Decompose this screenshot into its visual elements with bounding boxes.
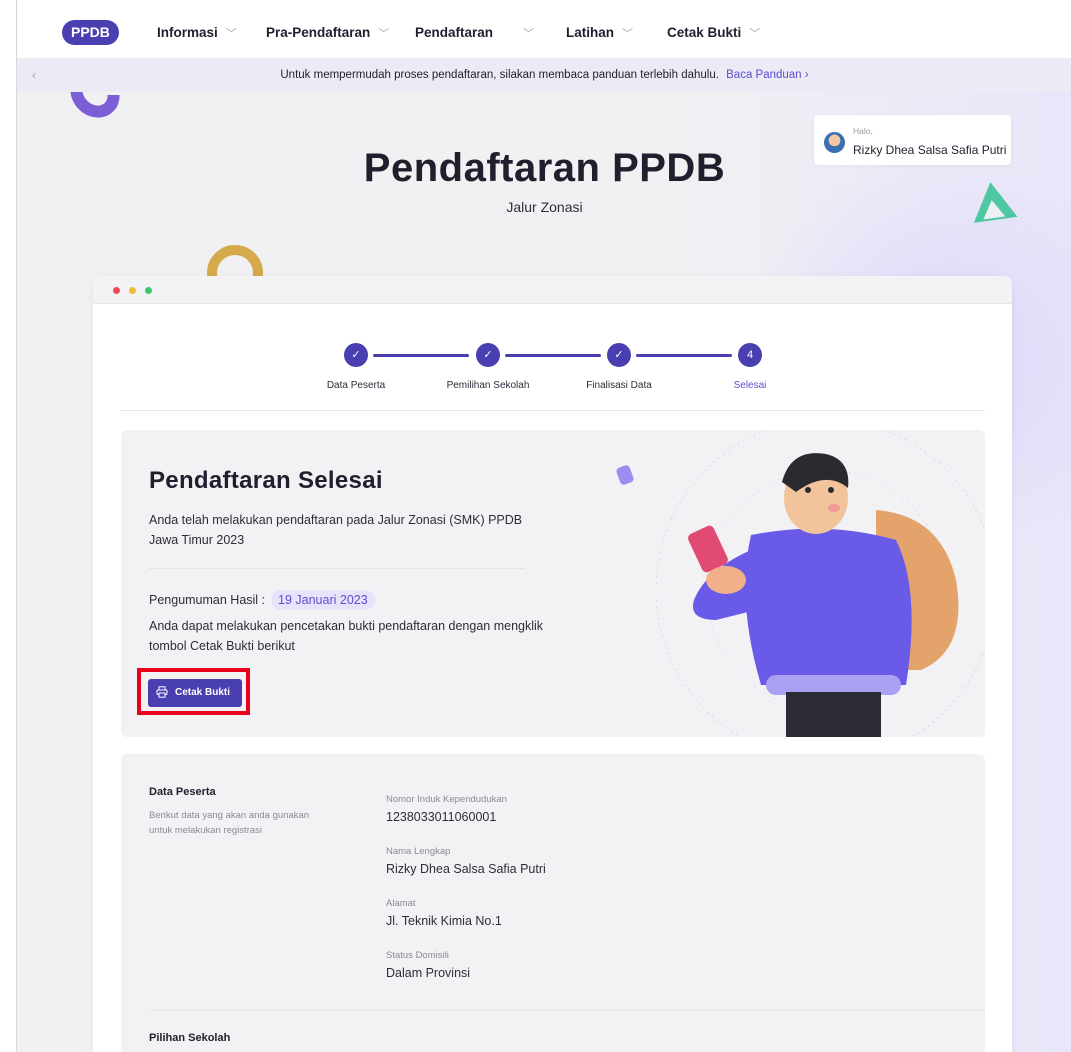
banner-text: Untuk mempermudah proses pendaftaran, si… bbox=[280, 69, 719, 81]
user-greeting-card[interactable]: Halo, Rizky Dhea Salsa Safia Putri bbox=[814, 115, 1011, 165]
page-subtitle: Jalur Zonasi bbox=[506, 199, 583, 215]
nav-item-label: Cetak Bukti bbox=[667, 25, 742, 40]
chevron-left-icon[interactable]: ‹ bbox=[32, 58, 36, 92]
minimize-dot-icon bbox=[129, 287, 136, 294]
field-value: Jl. Teknik Kimia No.1 bbox=[386, 914, 502, 928]
field-value: 1238033011060001 bbox=[386, 810, 497, 824]
info-banner: ‹ Untuk mempermudah proses pendaftaran, … bbox=[17, 58, 1071, 92]
field-address: Alamat Jl. Teknik Kimia No.1 bbox=[386, 898, 502, 928]
completion-divider bbox=[149, 568, 525, 569]
nav-item-label: Pra-Pendaftaran bbox=[266, 25, 371, 40]
step-label-pemilihan-sekolah: Pemilihan Sekolah bbox=[446, 380, 530, 391]
print-info-text: Anda dapat melakukan pencetakan bukti pe… bbox=[149, 619, 544, 653]
nav-item-label: Informasi bbox=[157, 25, 218, 40]
step-1-check-icon: ✓ bbox=[344, 343, 368, 367]
printer-icon bbox=[156, 686, 168, 698]
avatar bbox=[824, 132, 845, 153]
announcement-date-badge: 19 Januari 2023 bbox=[271, 590, 375, 610]
student-illustration bbox=[616, 430, 985, 737]
maximize-dot-icon bbox=[145, 287, 152, 294]
step-label-finalisasi-data: Finalisasi Data bbox=[586, 380, 652, 391]
step-3-check-icon: ✓ bbox=[607, 343, 631, 367]
completion-title: Pendaftaran Selesai bbox=[149, 467, 383, 494]
nav-item-latihan[interactable]: Latihan ﹀ bbox=[566, 25, 633, 41]
step-label-data-peserta: Data Peserta bbox=[326, 380, 386, 391]
step-connector bbox=[636, 354, 732, 357]
step-connector bbox=[505, 354, 601, 357]
chevron-down-icon: ﹀ bbox=[749, 28, 761, 40]
field-value: Dalam Provinsi bbox=[386, 966, 471, 980]
field-label: Alamat bbox=[386, 898, 416, 909]
step-4-number: 4 bbox=[738, 343, 762, 367]
chevron-down-icon: ﹀ bbox=[622, 28, 634, 40]
print-button-label: Cetak Bukti bbox=[175, 687, 231, 698]
completion-panel: Pendaftaran Selesai Anda telah melakukan… bbox=[121, 430, 985, 737]
user-name: Rizky Dhea Salsa Safia Putri bbox=[853, 143, 1007, 157]
section-divider bbox=[149, 1010, 985, 1011]
stepper-divider bbox=[121, 410, 985, 411]
nav-item-label: Latihan bbox=[566, 25, 615, 40]
ppdb-logo[interactable]: PPDB bbox=[62, 20, 119, 45]
nav-item-cetak-bukti[interactable]: Cetak Bukti ﹀ bbox=[667, 25, 760, 41]
nav-item-label: Pendaftaran bbox=[415, 25, 494, 40]
nav-item-pendaftaran[interactable]: Pendaftaran ﹀ bbox=[415, 25, 534, 41]
participant-data-panel: Data Peserta Berikut data yang akan anda… bbox=[121, 754, 985, 1052]
print-proof-button[interactable]: Cetak Bukti bbox=[148, 679, 242, 707]
chevron-down-icon: ﹀ bbox=[225, 28, 237, 40]
close-dot-icon bbox=[113, 287, 120, 294]
participant-section-title: Data Peserta bbox=[149, 786, 216, 798]
step-2-check-icon: ✓ bbox=[476, 343, 500, 367]
field-label: Status Domisili bbox=[386, 950, 449, 961]
field-domicile-status: Status Domisili Dalam Provinsi bbox=[386, 950, 470, 980]
participant-section-description: Berikut data yang akan anda gunakan untu… bbox=[149, 810, 310, 836]
field-label: Nama Lengkap bbox=[386, 846, 451, 857]
step-label-selesai: Selesai bbox=[733, 380, 767, 391]
announcement-row: Pengumuman Hasil : 19 Januari 2023 bbox=[149, 590, 375, 610]
completion-description: Anda telah melakukan pendaftaran pada Ja… bbox=[149, 513, 523, 547]
step-connector bbox=[373, 354, 469, 357]
announcement-label: Pengumuman Hasil : bbox=[149, 593, 266, 607]
greeting-label: Halo, bbox=[853, 126, 873, 136]
school-choice-section-title: Pilihan Sekolah bbox=[149, 1032, 231, 1044]
nav-item-informasi[interactable]: Informasi ﹀ bbox=[157, 25, 237, 41]
field-nik: Nomor Induk Kependudukan 123803301106000… bbox=[386, 794, 507, 824]
page: PPDB Informasi ﹀ Pra-Pendaftaran ﹀ Pendaft… bbox=[16, 0, 1071, 1052]
field-label: Nomor Induk Kependudukan bbox=[386, 794, 507, 805]
chevron-down-icon: ﹀ bbox=[378, 28, 390, 40]
nav-item-pra-pendaftaran[interactable]: Pra-Pendaftaran ﹀ bbox=[266, 25, 389, 41]
top-navbar: PPDB Informasi ﹀ Pra-Pendaftaran ﹀ Pendaft… bbox=[17, 0, 1071, 58]
window-titlebar bbox=[93, 276, 1012, 304]
registration-window: ✓ ✓ ✓ 4 Data Peserta Pemilihan Sekolah F… bbox=[93, 276, 1012, 1052]
field-full-name: Nama Lengkap Rizky Dhea Salsa Safia Putr… bbox=[386, 846, 546, 876]
progress-stepper: ✓ ✓ ✓ 4 Data Peserta Pemilihan Sekolah F… bbox=[93, 343, 1012, 413]
chevron-down-icon: ﹀ bbox=[523, 28, 535, 40]
field-value: Rizky Dhea Salsa Safia Putri bbox=[386, 862, 546, 876]
guide-link[interactable]: Baca Panduan › bbox=[726, 69, 808, 81]
